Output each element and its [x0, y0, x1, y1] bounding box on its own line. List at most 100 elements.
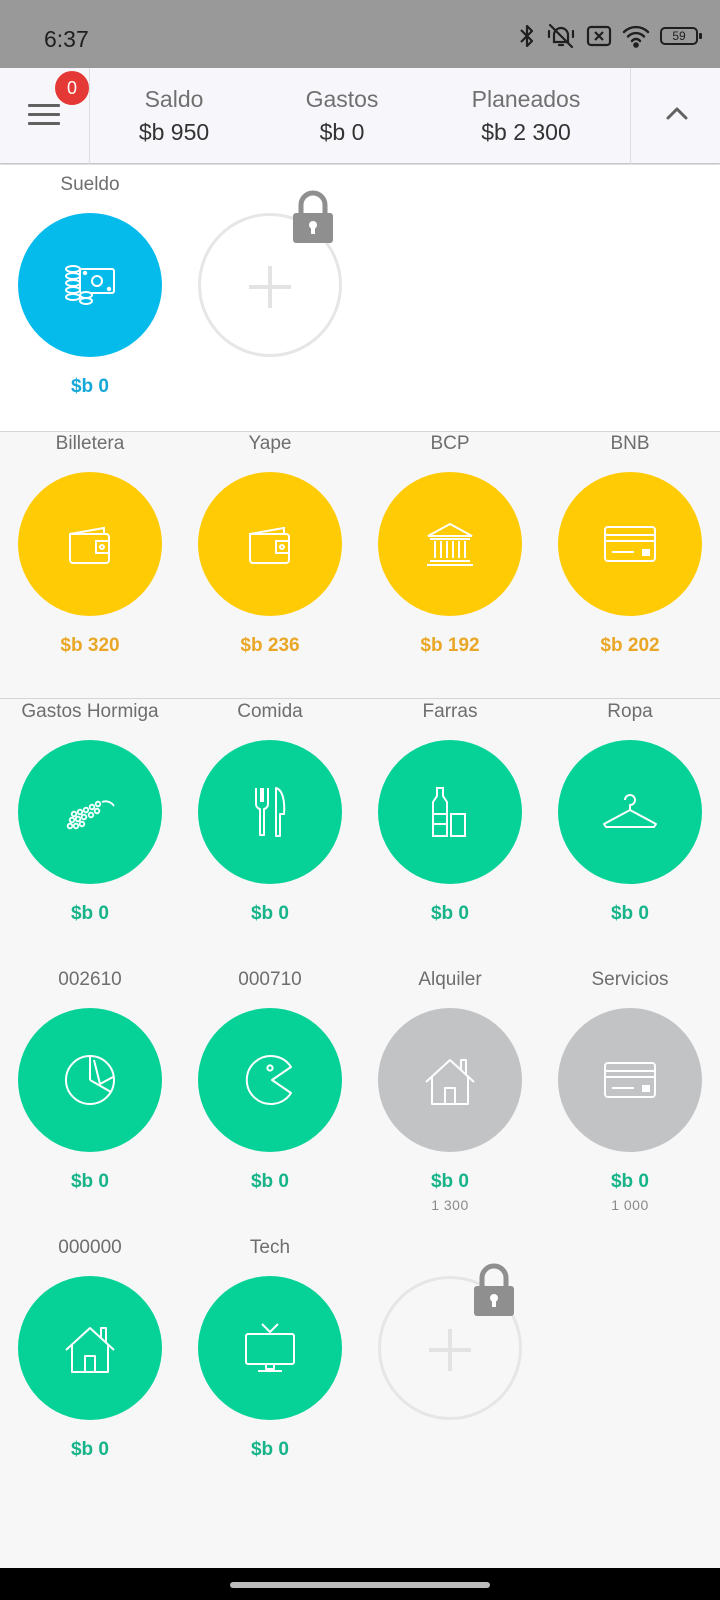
tile-name: Billetera: [55, 433, 125, 454]
tile-circle[interactable]: [18, 1008, 162, 1152]
tile-name: Gastos Hormiga: [21, 701, 159, 722]
expense-tile[interactable]: 000000 $b 0: [0, 1236, 180, 1461]
tile-name: Sueldo: [60, 174, 120, 195]
balance-stat: Saldo $b 950: [94, 86, 254, 146]
wallet-icon: [249, 526, 290, 564]
tile-amount: $b 192: [420, 635, 480, 656]
home-gesture-handle[interactable]: [230, 1582, 490, 1588]
collapse-button[interactable]: [630, 68, 720, 164]
credit-card-icon: [604, 526, 656, 562]
tile-amount: $b 202: [600, 635, 660, 656]
pie-chart-icon: [65, 1055, 115, 1105]
tile-circle[interactable]: [18, 213, 162, 357]
income-section: Sueldo $b 0: [0, 165, 720, 432]
tile-name: 000000: [58, 1237, 122, 1258]
account-tile[interactable]: Yape $b 236: [180, 432, 360, 657]
credit-card-icon: [604, 1062, 656, 1098]
tile-circle[interactable]: [378, 472, 522, 616]
tile-name: BCP: [430, 433, 470, 454]
menu-button[interactable]: 0: [0, 68, 90, 164]
tile-amount: $b 0: [250, 1171, 290, 1192]
expense-tile[interactable]: Gastos Hormiga $b 0: [0, 700, 180, 925]
tile-amount: $b 0: [70, 1171, 110, 1192]
tile-circle[interactable]: [198, 1276, 342, 1420]
planned-stat: Planeados $b 2 300: [436, 86, 616, 146]
tile-amount: $b 0: [70, 376, 110, 397]
house-icon: [65, 1327, 115, 1373]
tile-circle[interactable]: [558, 472, 702, 616]
tile-circle[interactable]: [378, 1008, 522, 1152]
tile-planned: 1 300: [431, 1197, 469, 1213]
chevron-up-icon: [666, 107, 688, 120]
balance-value: $b 950: [138, 119, 210, 145]
expense-tile[interactable]: Servicios $b 0 1 000: [540, 968, 720, 1213]
system-nav-bar: [0, 1568, 720, 1600]
tile-circle[interactable]: [198, 472, 342, 616]
tile-amount: $b 236: [240, 635, 300, 656]
money-coins-icon: [65, 265, 115, 305]
pacman-icon: [245, 1055, 292, 1105]
tile-amount: $b 0: [70, 903, 110, 924]
bottle-glass-icon: [432, 787, 466, 837]
tile-amount: $b 0: [70, 1439, 110, 1460]
expense-tile[interactable]: Comida $b 0: [180, 700, 360, 925]
bank-icon: [427, 522, 473, 566]
tile-name: Yape: [248, 433, 292, 454]
hamburger-bar: [28, 122, 60, 125]
tile-name: Alquiler: [418, 969, 482, 990]
ants-icon: [66, 800, 115, 830]
tile-amount: $b 0: [430, 1171, 470, 1192]
tile-name: Tech: [249, 1237, 291, 1258]
tile-amount: $b 0: [610, 903, 650, 924]
tile-amount: $b 0: [430, 903, 470, 924]
tile-name: Comida: [237, 701, 303, 722]
tile-circle[interactable]: [558, 740, 702, 884]
tile-circle[interactable]: [18, 740, 162, 884]
tile-planned: 1 000: [611, 1197, 649, 1213]
mute-vibrate-icon: [547, 23, 575, 49]
income-tile[interactable]: Sueldo $b 0: [0, 173, 180, 398]
lock-icon: [293, 190, 333, 243]
hamburger-bar: [28, 113, 60, 116]
bluetooth-icon: [520, 24, 534, 48]
plus-icon-bar: [268, 266, 272, 308]
status-icons: 59: [518, 22, 702, 50]
tile-amount: $b 320: [60, 635, 120, 656]
tile-name: Ropa: [607, 701, 653, 722]
expenses-value: $b 0: [319, 119, 365, 145]
summary-header: 0 Saldo $b 950 Gastos $b 0 Planeados $b …: [0, 68, 720, 164]
account-tile[interactable]: BCP $b 192: [360, 432, 540, 657]
tile-amount: $b 0: [250, 903, 290, 924]
section-divider: [0, 698, 720, 699]
tile-circle[interactable]: [558, 1008, 702, 1152]
expenses-stat: Gastos $b 0: [262, 86, 422, 146]
expense-tile[interactable]: 002610 $b 0: [0, 968, 180, 1193]
tile-circle[interactable]: [198, 1008, 342, 1152]
account-tile[interactable]: Billetera $b 320: [0, 432, 180, 657]
battery-level: 59: [672, 29, 686, 43]
tile-circle[interactable]: [198, 740, 342, 884]
tv-icon: [245, 1323, 295, 1372]
tile-name: Servicios: [591, 969, 669, 990]
expense-tile[interactable]: Tech $b 0: [180, 1236, 360, 1461]
hamburger-icon: [28, 104, 60, 107]
tile-name: 002610: [58, 969, 122, 990]
expense-tile[interactable]: Ropa $b 0: [540, 700, 720, 925]
expense-tile[interactable]: Alquiler $b 0 1 300: [360, 968, 540, 1213]
account-tile[interactable]: BNB $b 202: [540, 432, 720, 657]
tile-circle[interactable]: [18, 472, 162, 616]
tile-circle[interactable]: [378, 740, 522, 884]
expense-tile[interactable]: 000710 $b 0: [180, 968, 360, 1193]
planned-label: Planeados: [471, 86, 581, 112]
tile-name: BNB: [610, 433, 650, 454]
battery-icon: 59: [660, 25, 702, 47]
expense-tile[interactable]: Farras $b 0: [360, 700, 540, 925]
tile-name: 000710: [238, 969, 302, 990]
plus-icon-bar: [448, 1329, 452, 1371]
wifi-icon: [622, 25, 650, 48]
expenses-label: Gastos: [305, 86, 379, 112]
wallet-icon: [69, 526, 110, 564]
tile-amount: $b 0: [250, 1439, 290, 1460]
tile-circle[interactable]: [18, 1276, 162, 1420]
house-icon: [425, 1059, 475, 1105]
